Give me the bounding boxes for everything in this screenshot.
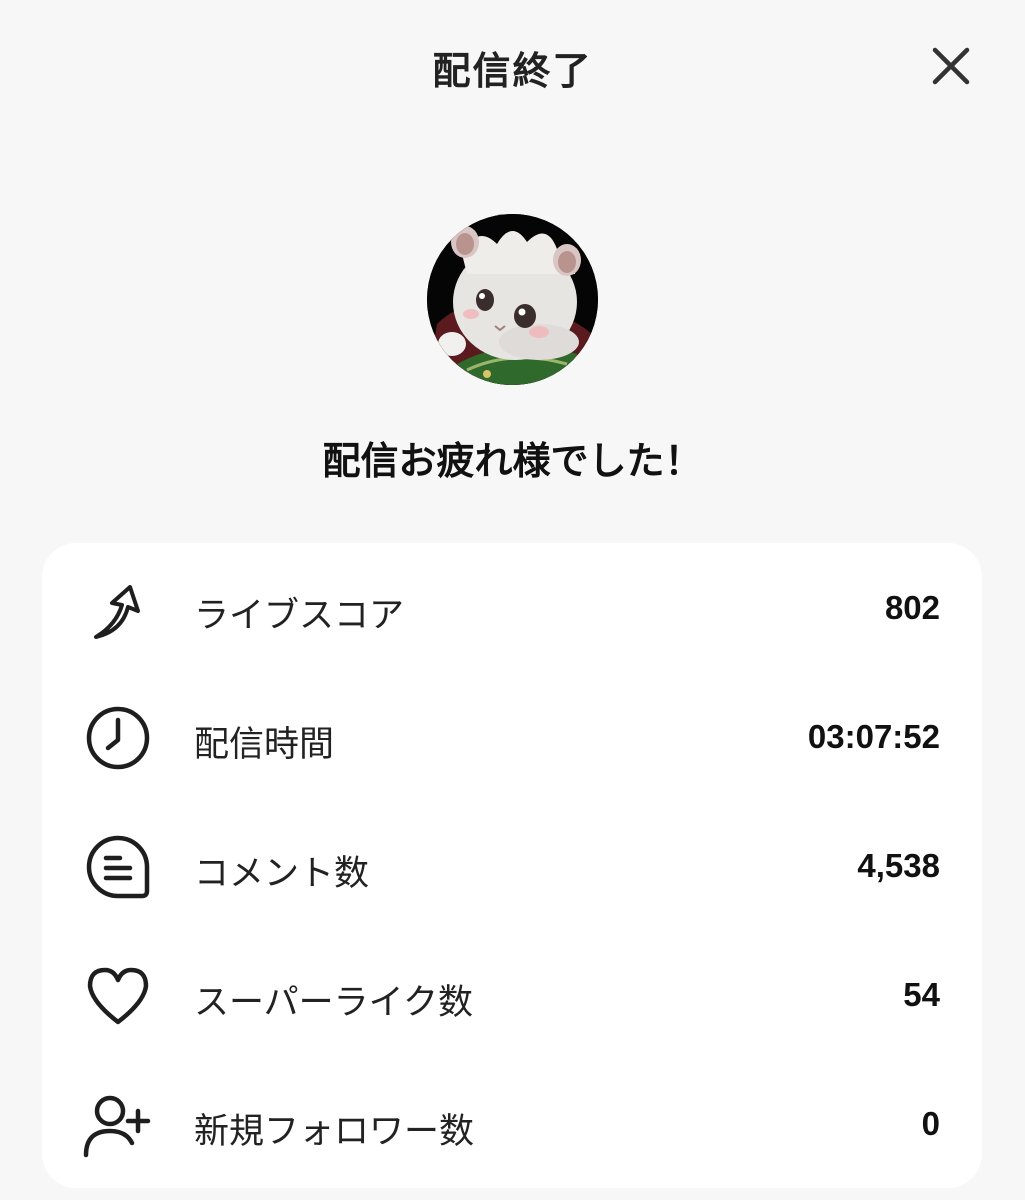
stat-label: スーパーライク数 bbox=[194, 983, 473, 1023]
avatar bbox=[427, 214, 598, 385]
stat-row-superlike-count: スーパーライク数 54 bbox=[42, 956, 982, 1036]
heart-icon bbox=[87, 967, 149, 1025]
close-button[interactable] bbox=[925, 40, 977, 92]
stats-card: ライブスコア 802 配信時間 03:07:52 コメント数 4,538 スーパ… bbox=[42, 543, 982, 1188]
stat-row-live-score: ライブスコア 802 bbox=[42, 569, 982, 649]
add-user-icon bbox=[83, 1095, 151, 1158]
stat-row-new-followers: 新規フォロワー数 0 bbox=[42, 1085, 982, 1165]
stat-value: 03:07:52 bbox=[807, 718, 940, 755]
arrow-up-icon bbox=[94, 585, 140, 639]
stat-value: 4,538 bbox=[857, 847, 940, 884]
stat-row-stream-time: 配信時間 03:07:52 bbox=[42, 698, 982, 778]
stat-value: 0 bbox=[921, 1105, 940, 1142]
stat-label: コメント数 bbox=[194, 854, 370, 894]
hamster-avatar-image bbox=[427, 214, 598, 385]
stat-row-comment-count: コメント数 4,538 bbox=[42, 827, 982, 907]
header: 配信終了 bbox=[0, 0, 1025, 130]
stat-label: 新規フォロワー数 bbox=[194, 1112, 475, 1152]
stat-value: 802 bbox=[884, 589, 940, 626]
comment-icon bbox=[86, 835, 150, 899]
page-title: 配信終了 bbox=[432, 49, 593, 93]
clock-icon bbox=[86, 706, 150, 770]
stat-label: 配信時間 bbox=[194, 725, 335, 765]
stat-value: 54 bbox=[903, 976, 940, 1013]
stat-label: ライブスコア bbox=[194, 596, 405, 636]
completion-message: 配信お疲れ様でした！ bbox=[322, 439, 703, 483]
close-icon bbox=[932, 47, 970, 85]
